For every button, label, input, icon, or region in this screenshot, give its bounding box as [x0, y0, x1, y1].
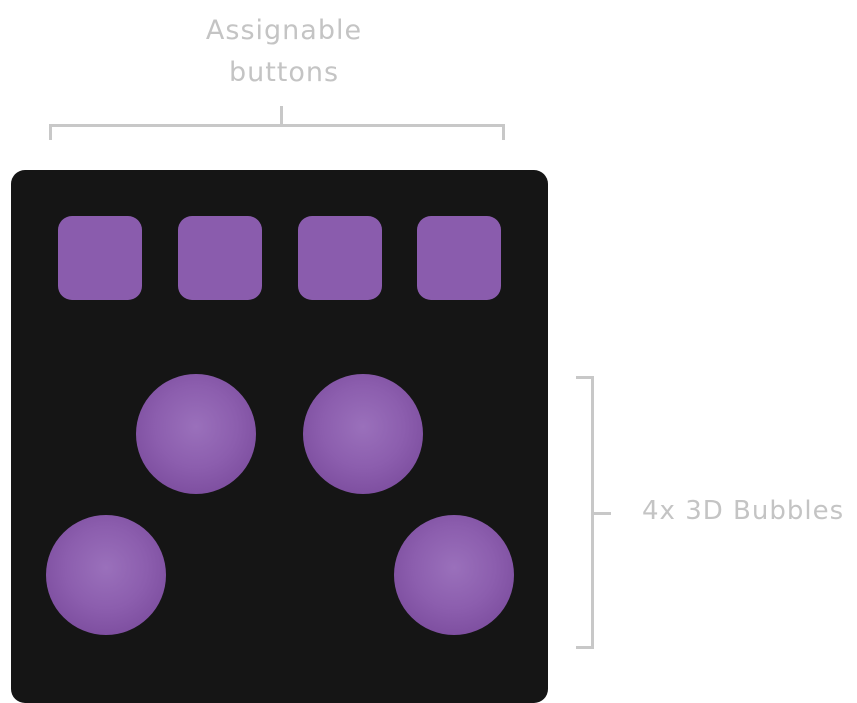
assignable-button-4[interactable]	[417, 216, 501, 300]
assignable-buttons-label: Assignable buttons	[184, 10, 384, 94]
3d-bubble-bottom-right[interactable]	[394, 515, 514, 635]
3d-bubble-bottom-left[interactable]	[46, 515, 166, 635]
right-bracket-stem	[594, 512, 611, 515]
right-bracket	[576, 376, 594, 649]
assignable-button-3[interactable]	[298, 216, 382, 300]
3d-bubble-top-right[interactable]	[303, 374, 423, 494]
3d-bubble-top-left[interactable]	[136, 374, 256, 494]
3d-bubbles-label: 4x 3D Bubbles	[642, 496, 845, 526]
assignable-buttons-label-line-2: buttons	[228, 57, 340, 88]
assignable-button-2[interactable]	[178, 216, 262, 300]
top-bracket	[49, 124, 505, 140]
assignable-button-1[interactable]	[58, 216, 142, 300]
assignable-buttons-label-line-1: Assignable	[205, 15, 363, 46]
top-bracket-stem	[280, 106, 283, 125]
